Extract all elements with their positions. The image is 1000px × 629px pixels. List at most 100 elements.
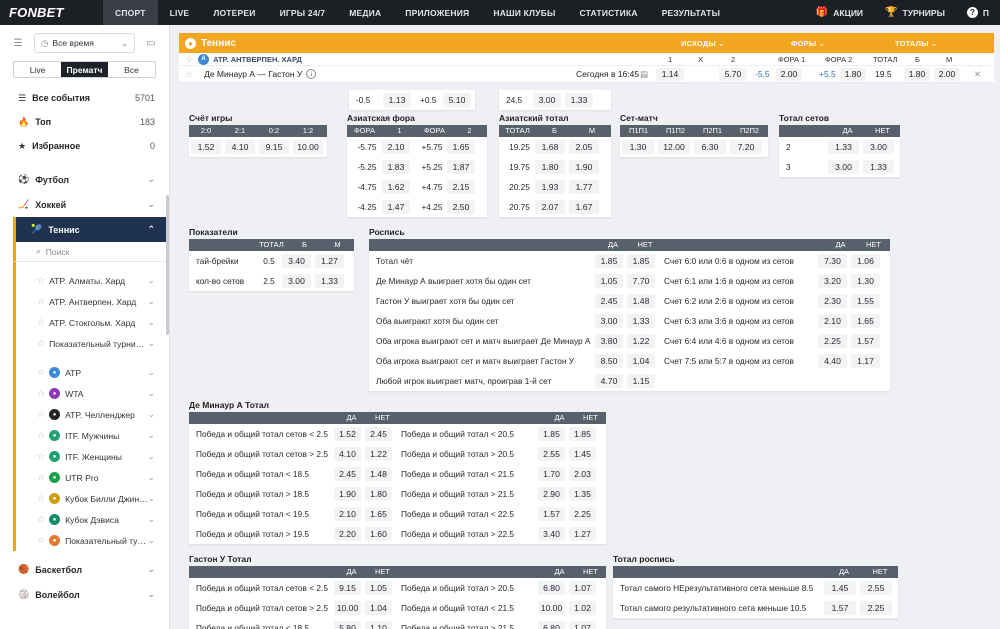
- odd-cell[interactable]: 1.55: [851, 294, 880, 308]
- sidebar-tour-item[interactable]: ☆ ● ATP. Челленджер ⌄: [13, 404, 169, 425]
- odd-cell[interactable]: 2.50: [447, 200, 475, 214]
- odd-cell[interactable]: 4.10: [334, 447, 361, 461]
- odd-cell[interactable]: 1.90: [569, 160, 599, 174]
- odd-cell[interactable]: 3.00: [533, 93, 561, 107]
- filter-settings-icon[interactable]: ☰: [8, 34, 28, 52]
- tournaments-link[interactable]: 🏆 ТУРНИРЫ: [874, 0, 956, 25]
- odd-cell[interactable]: 1.22: [365, 447, 392, 461]
- odd-cell[interactable]: 7.30: [818, 254, 847, 268]
- odd-cell[interactable]: 1.47: [382, 200, 410, 214]
- odd-cell[interactable]: 1.90: [334, 487, 361, 501]
- close-icon[interactable]: ✕: [974, 68, 981, 81]
- odd-cell[interactable]: 4.40: [818, 354, 847, 368]
- star-icon[interactable]: ☆: [37, 367, 45, 378]
- odd-cell[interactable]: 6.30: [694, 140, 726, 154]
- sidebar-tour-item[interactable]: ☆ ● ATP ⌄: [13, 362, 169, 383]
- odd-cell[interactable]: 1.27: [569, 527, 596, 541]
- odd-cell[interactable]: 7.20: [730, 140, 762, 154]
- odd-cell[interactable]: 1.30: [851, 274, 880, 288]
- odd-cell[interactable]: 2.00: [934, 68, 960, 81]
- period-select[interactable]: ◷ Все время ⌄: [34, 33, 135, 53]
- sidebar-sport-hockey[interactable]: 🏒 Хоккей ⌄: [0, 192, 169, 217]
- odd-cell[interactable]: 1.35: [569, 487, 596, 501]
- odd-cell[interactable]: 2.45: [365, 427, 392, 441]
- odd-cell[interactable]: 1.85: [538, 427, 565, 441]
- sidebar-tour-item[interactable]: ☆ ● ITF. Мужчины ⌄: [13, 425, 169, 446]
- odd-cell[interactable]: 1.05: [595, 274, 623, 288]
- odd-cell[interactable]: 1.70: [538, 467, 565, 481]
- odd-cell[interactable]: 2.30: [818, 294, 847, 308]
- match-name[interactable]: Де Минаур А — Гастон У: [204, 69, 302, 79]
- odd-cell[interactable]: 2.45: [595, 294, 623, 308]
- sidebar-item-all-events[interactable]: ☰ Все события 5701: [0, 86, 169, 110]
- odd-cell[interactable]: 1.33: [565, 93, 593, 107]
- nav-item[interactable]: ПРИЛОЖЕНИЯ: [393, 0, 481, 25]
- nav-item[interactable]: РЕЗУЛЬТАТЫ: [650, 0, 732, 25]
- tab-prematch[interactable]: Прематч: [61, 62, 108, 77]
- odd-cell[interactable]: 1.05: [365, 581, 392, 595]
- star-icon[interactable]: ☆: [185, 54, 193, 65]
- odd-cell[interactable]: 3.00: [828, 160, 859, 174]
- odd-cell[interactable]: 4.70: [595, 374, 623, 388]
- odd-cell[interactable]: 2.07: [535, 200, 565, 214]
- nav-item[interactable]: LIVE: [158, 0, 202, 25]
- odd-cell[interactable]: 10.00: [538, 601, 565, 615]
- odd-cell[interactable]: 2.55: [860, 581, 892, 595]
- nav-item[interactable]: ИГРЫ 24/7: [268, 0, 338, 25]
- odd-cell[interactable]: 1.52: [334, 427, 361, 441]
- odd-cell[interactable]: 1.13: [383, 93, 411, 107]
- odd-cell[interactable]: 2.05: [569, 140, 599, 154]
- odd-cell[interactable]: 1.57: [824, 601, 856, 615]
- odd-cell[interactable]: 2.15: [447, 180, 475, 194]
- odd-cell[interactable]: 1.65: [365, 507, 392, 521]
- odd-cell[interactable]: 2.25: [860, 601, 892, 615]
- sidebar-tournament-item[interactable]: ☆ ATP. Алматы. Хард ⌄: [13, 270, 169, 291]
- odd-cell[interactable]: 3.00: [863, 140, 894, 154]
- odd-cell[interactable]: 5.80: [334, 621, 361, 629]
- odd-cell[interactable]: 1.33: [863, 160, 894, 174]
- odd-cell[interactable]: 2.25: [569, 507, 596, 521]
- odd-cell[interactable]: 1.77: [569, 180, 599, 194]
- odd-cell[interactable]: 2.00: [776, 68, 802, 81]
- tab-all[interactable]: Все: [108, 62, 155, 77]
- odd-cell[interactable]: 1.06: [851, 254, 880, 268]
- sidebar-scrollbar[interactable]: [166, 195, 169, 335]
- odd-cell[interactable]: 1.45: [824, 581, 856, 595]
- odd-cell[interactable]: 1.80: [365, 487, 392, 501]
- odd-cell[interactable]: 3.40: [538, 527, 565, 541]
- star-icon[interactable]: ☆: [37, 472, 45, 483]
- odd-cell[interactable]: 1.57: [538, 507, 565, 521]
- odd-cell[interactable]: 1.68: [535, 140, 565, 154]
- odd-cell[interactable]: 4.10: [225, 140, 255, 154]
- odd-cell[interactable]: 1.10: [365, 621, 392, 629]
- odd-cell[interactable]: 1.07: [569, 581, 596, 595]
- odd-cell[interactable]: 1.02: [569, 601, 596, 615]
- odd-cell[interactable]: 3.20: [818, 274, 847, 288]
- sidebar-sport-tennis[interactable]: 🎾 Теннис ⌃: [13, 217, 169, 242]
- odd-cell[interactable]: 1.80: [840, 68, 866, 81]
- odd-cell[interactable]: 2.90: [538, 487, 565, 501]
- star-icon[interactable]: ☆: [37, 317, 45, 328]
- odd-cell[interactable]: 1.17: [851, 354, 880, 368]
- odd-cell[interactable]: 1.65: [851, 314, 880, 328]
- odd-cell[interactable]: 2.10: [382, 140, 410, 154]
- star-icon[interactable]: ☆: [37, 535, 45, 546]
- odd-cell[interactable]: 1.93: [535, 180, 565, 194]
- odd-cell[interactable]: 1.33: [315, 274, 344, 288]
- sidebar-tour-item[interactable]: ☆ ● WTA ⌄: [13, 383, 169, 404]
- odd-cell[interactable]: 1.52: [191, 140, 221, 154]
- odd-cell[interactable]: 1.60: [365, 527, 392, 541]
- odd-cell[interactable]: 6.80: [538, 621, 565, 629]
- sidebar-sport-football[interactable]: ⚽ Футбол ⌄: [0, 167, 169, 192]
- star-icon[interactable]: ☆: [37, 493, 45, 504]
- odd-cell[interactable]: 8.50: [595, 354, 623, 368]
- odd-cell[interactable]: 1.33: [828, 140, 859, 154]
- odd-cell[interactable]: 1.48: [627, 294, 655, 308]
- odd-cell[interactable]: 1.33: [627, 314, 655, 328]
- odd-cell[interactable]: 5.70: [719, 68, 747, 81]
- sidebar-tour-item[interactable]: ☆ ● Показательный тур... ⌄: [13, 530, 169, 551]
- odd-cell[interactable]: 2.10: [818, 314, 847, 328]
- odd-cell[interactable]: 1.62: [382, 180, 410, 194]
- odd-cell[interactable]: 2.20: [334, 527, 361, 541]
- sidebar-sport-basketball[interactable]: 🏀 Баскетбол ⌄: [0, 557, 169, 582]
